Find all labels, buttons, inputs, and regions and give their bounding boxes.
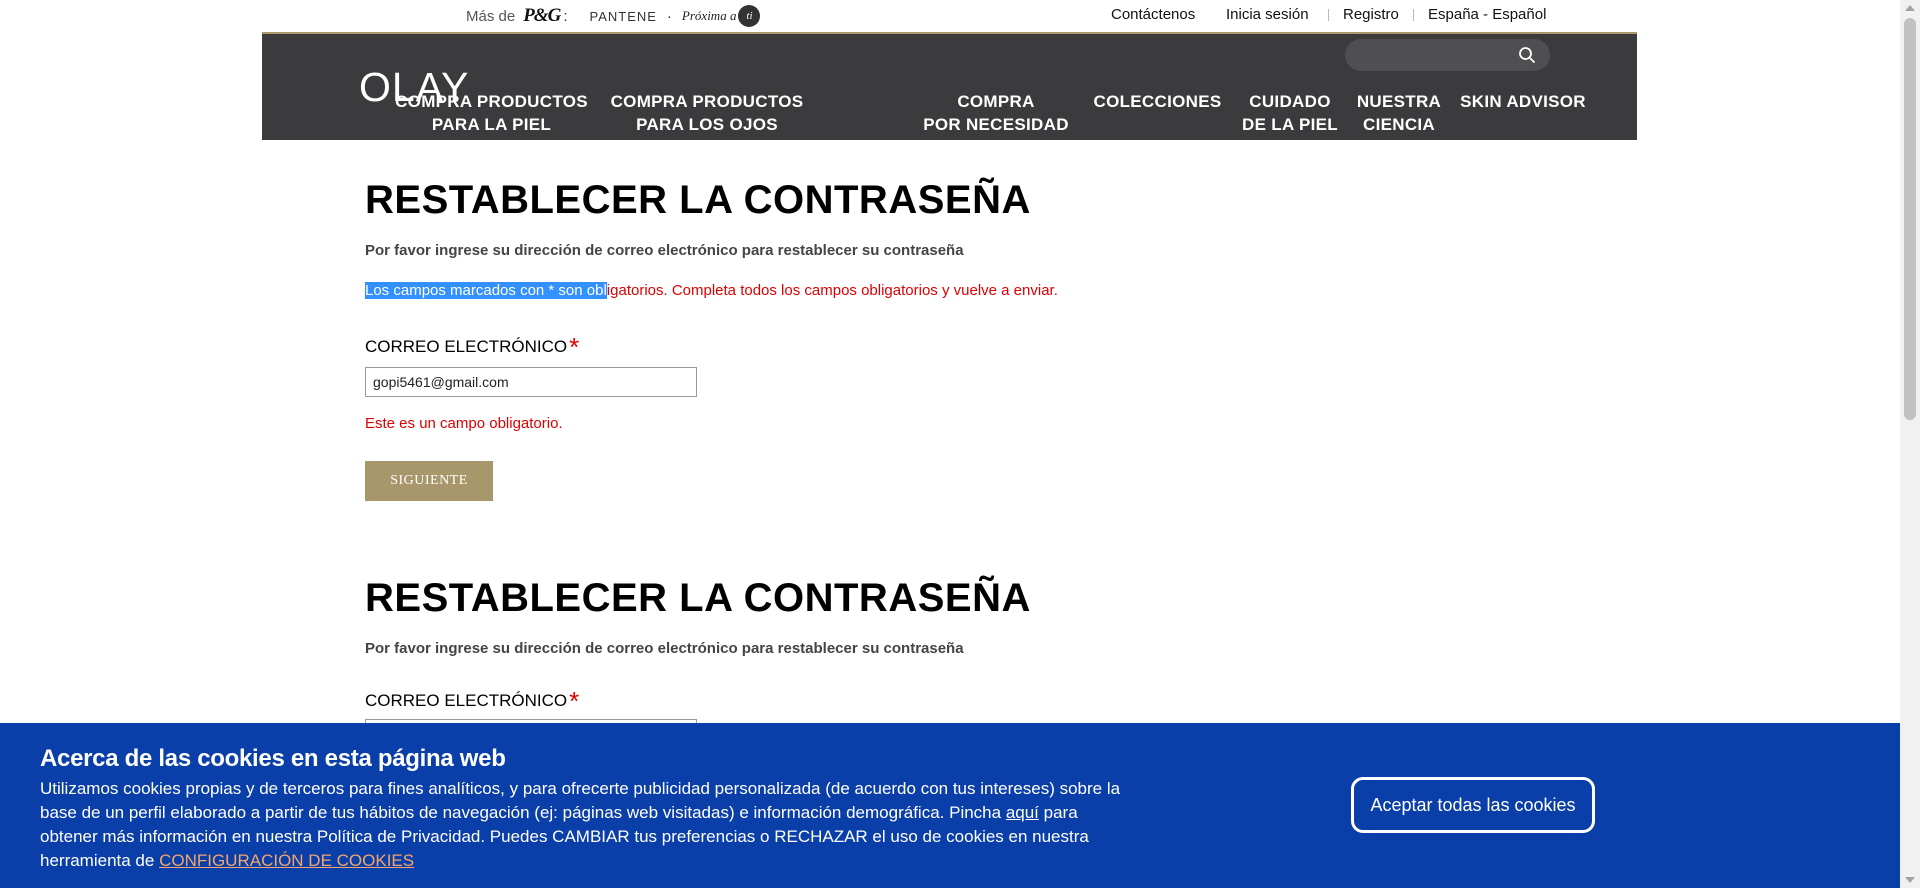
email-label: CORREO ELECTRÓNICO* xyxy=(365,332,579,363)
nav-item-line2: CIENCIA xyxy=(1363,115,1435,134)
nav-item-skin-advisor[interactable]: SKIN ADVISOR xyxy=(1458,90,1588,113)
pg-logo[interactable]: P&G xyxy=(523,5,561,27)
privacy-policy-link[interactable]: aquí xyxy=(1006,803,1039,822)
selected-text: Los campos marcados con * son obl xyxy=(365,282,607,299)
nav-item-line2: DE LA PIEL xyxy=(1242,115,1338,134)
nav-item-line2: POR NECESIDAD xyxy=(923,115,1069,134)
nav-item-line1: CUIDADO xyxy=(1249,92,1331,111)
submit-wrap: SIGUIENTE xyxy=(365,461,493,501)
nav-item-line1: COMPRA PRODUCTOS xyxy=(395,92,588,111)
nav-item-collections[interactable]: COLECCIONES xyxy=(1090,90,1225,113)
scroll-up-arrow-icon[interactable] xyxy=(1905,5,1915,11)
nav-item-line1: SKIN ADVISOR xyxy=(1460,92,1586,111)
pantene-link[interactable]: PANTENE xyxy=(589,9,656,24)
proxima-a-ti-text: Próxima a xyxy=(681,8,737,23)
cookie-banner: Acerca de las cookies en esta página web… xyxy=(0,723,1900,888)
siguiente-button[interactable]: SIGUIENTE xyxy=(365,461,493,501)
nav-item-line1: COLECCIONES xyxy=(1093,92,1222,111)
email-field[interactable]: gopi5461@gmail.com xyxy=(365,367,697,397)
nav-item-shop-by-need[interactable]: COMPRA POR NECESIDAD xyxy=(912,90,1080,136)
nav-item-line1: NUESTRA xyxy=(1356,92,1442,111)
login-link[interactable]: Inicia sesión xyxy=(1226,6,1309,23)
nav-item-line1: COMPRA PRODUCTOS xyxy=(610,92,804,111)
required-asterisk: * xyxy=(569,332,580,362)
cookie-text-part1: Utilizamos cookies propias y de terceros… xyxy=(40,779,1121,822)
search-icon[interactable] xyxy=(1518,46,1536,64)
page-title: RESTABLECER LA CONTRASEÑA xyxy=(365,576,1031,620)
required-asterisk: * xyxy=(569,686,580,716)
email-field-wrap: gopi5461@gmail.com xyxy=(365,367,697,397)
proxima-a-ti-link[interactable]: Próxima a ti xyxy=(682,5,761,27)
link-divider xyxy=(1328,9,1329,21)
cookie-title: Acerca de las cookies en esta página web xyxy=(40,745,506,772)
brand-separator: · xyxy=(666,7,672,25)
cookie-settings-link[interactable]: CONFIGURACIÓN DE COOKIES xyxy=(159,851,414,870)
vertical-scrollbar[interactable] xyxy=(1900,0,1920,888)
required-note-rest: igatorios. Completa todos los campos obl… xyxy=(606,282,1058,299)
search-input[interactable] xyxy=(1345,39,1550,71)
page-title: RESTABLECER LA CONTRASEÑA xyxy=(365,178,1031,222)
proxima-ti-badge: ti xyxy=(738,5,761,27)
nav-item-skin-care[interactable]: CUIDADO DE LA PIEL xyxy=(1240,90,1340,136)
required-fields-note: Los campos marcados con * son obligatori… xyxy=(365,282,1058,299)
accept-all-cookies-button[interactable]: Aceptar todas las cookies xyxy=(1351,777,1595,833)
utility-bar: Más de P&G : PANTENE · Próxima a ti Cont… xyxy=(0,0,1900,34)
contact-link[interactable]: Contáctenos xyxy=(1111,6,1195,23)
email-label: CORREO ELECTRÓNICO* xyxy=(365,686,579,717)
reset-password-form: RESTABLECER LA CONTRASEÑA xyxy=(365,178,1031,223)
mas-de-label: Más de xyxy=(466,7,516,25)
nav-item-line2: PARA LA PIEL xyxy=(431,115,552,134)
locale-selector[interactable]: España - Español xyxy=(1428,6,1546,23)
form-description: Por favor ingrese su dirección de correo… xyxy=(365,242,964,259)
reset-password-form-duplicate: RESTABLECER LA CONTRASEÑA xyxy=(365,576,1031,621)
main-navigation: OLAY COMPRA PRODUCTOS PARA LA PIEL COMPR… xyxy=(262,34,1637,140)
nav-item-our-science[interactable]: NUESTRA CIENCIA xyxy=(1356,90,1442,136)
cookie-text: Utilizamos cookies propias y de terceros… xyxy=(40,777,1130,873)
brand-colon: : xyxy=(563,7,568,25)
nav-item-eye-products[interactable]: COMPRA PRODUCTOS PARA LOS OJOS xyxy=(607,90,807,136)
register-link[interactable]: Registro xyxy=(1343,6,1399,23)
scroll-down-arrow-icon[interactable] xyxy=(1905,877,1915,883)
email-label-text: CORREO ELECTRÓNICO xyxy=(365,691,568,710)
brand-links: Más de P&G : PANTENE · Próxima a ti xyxy=(466,5,761,27)
nav-item-skin-products[interactable]: COMPRA PRODUCTOS PARA LA PIEL xyxy=(394,90,589,136)
field-error-message: Este es un campo obligatorio. xyxy=(365,415,563,432)
scrollbar-thumb[interactable] xyxy=(1904,18,1916,420)
nav-item-line2: PARA LOS OJOS xyxy=(636,115,778,134)
form-description: Por favor ingrese su dirección de correo… xyxy=(365,640,964,657)
email-label-text: CORREO ELECTRÓNICO xyxy=(365,337,568,356)
nav-item-line1: COMPRA xyxy=(957,92,1035,111)
link-divider xyxy=(1413,9,1414,21)
